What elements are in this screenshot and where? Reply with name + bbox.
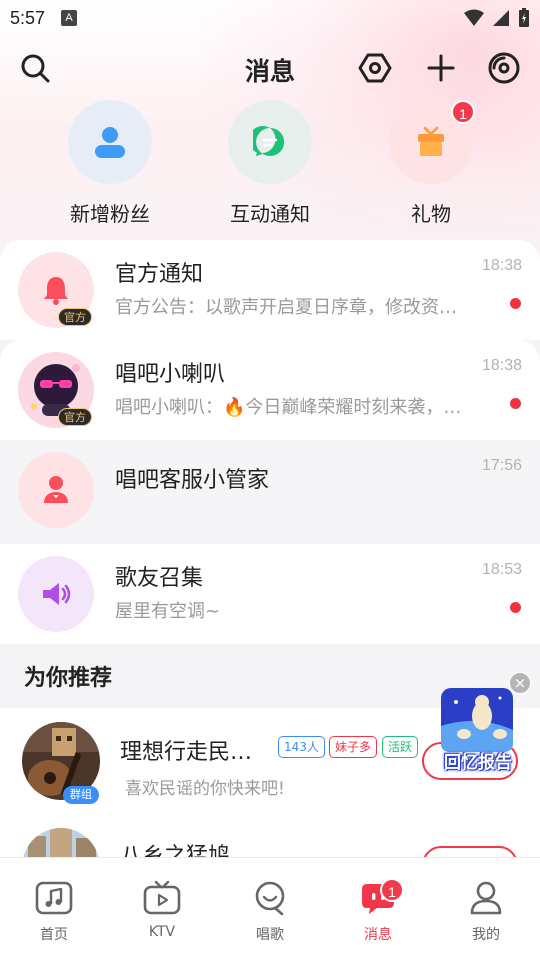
quick-label: 互动通知 [230, 202, 310, 226]
promo-text: 回忆报告 [444, 753, 512, 773]
message-name: 歌友召集 [115, 566, 204, 591]
quick-new-fans[interactable]: 新增粉丝 [40, 100, 180, 227]
bottom-tab-bar: 首页 KTV 唱歌 消息 1 我的 [0, 857, 540, 960]
profile-icon [466, 878, 506, 918]
tab-messages[interactable]: 消息 1 [324, 858, 432, 960]
tab-me[interactable]: 我的 [432, 858, 540, 960]
person-icon [95, 127, 125, 158]
message-list: 官方 官方通知 官方公告：以歌声开启夏日序章，修改资料赢取夏日限定好礼 18:3… [0, 240, 540, 644]
tab-home[interactable]: 首页 [0, 858, 108, 960]
music-note-icon [34, 878, 74, 918]
gift-count-badge: 1 [451, 100, 475, 124]
quick-gifts[interactable]: 1 礼物 [361, 100, 501, 227]
customer-service-icon [44, 476, 68, 503]
message-time: 17:56 [481, 457, 522, 474]
chip-many-girls: 妹子多 [329, 736, 378, 758]
message-preview: 屋里有空调~ [115, 601, 221, 622]
battery-icon [519, 8, 529, 27]
chat-bubble-icon [253, 126, 285, 156]
unread-dot [510, 398, 521, 409]
recommend-title: 为你推荐 [24, 666, 113, 691]
unread-dot [510, 298, 521, 309]
tab-label: 唱歌 [256, 927, 284, 943]
chip-active: 活跃 [382, 736, 419, 758]
megaphone-icon [43, 583, 71, 605]
message-time: 18:53 [481, 561, 522, 578]
message-name: 唱吧小喇叭 [115, 362, 226, 387]
tv-play-icon [142, 878, 182, 918]
group-badge: 群组 [63, 786, 99, 804]
disc-icon[interactable] [486, 50, 522, 86]
tab-sing[interactable]: 唱歌 [216, 858, 324, 960]
tab-label: 消息 [364, 927, 392, 943]
unread-dot [510, 602, 521, 613]
quick-interaction-notice[interactable]: 互动通知 [200, 100, 340, 227]
tab-label: 首页 [40, 927, 68, 943]
message-name: 官方通知 [115, 262, 204, 287]
new-fans-circle [68, 100, 152, 184]
quick-actions: 新增粉丝 互动通知 1 礼物 [0, 100, 540, 230]
gifts-circle: 1 [389, 100, 475, 184]
message-time: 18:38 [481, 357, 522, 374]
notification-a-icon: A [61, 10, 78, 26]
avatar [18, 452, 94, 528]
recommend-desc: 喜欢民谣的你快来吧! [125, 779, 285, 799]
page-title: 消息 [244, 57, 295, 86]
bell-icon [44, 277, 68, 305]
quick-label: 新增粉丝 [70, 202, 150, 226]
promo-close-button[interactable]: × [509, 672, 531, 694]
recommend-name: 理想行走民… [120, 740, 253, 765]
chip-members: 143人 [278, 736, 325, 758]
wifi-icon [464, 9, 484, 26]
plus-icon[interactable] [423, 50, 459, 86]
status-time: 5:57 [10, 7, 46, 28]
gift-icon [418, 126, 444, 156]
interaction-circle [228, 100, 312, 184]
status-bar: 5:57 A [0, 0, 540, 36]
quick-label: 礼物 [411, 202, 451, 226]
message-time: 18:38 [481, 257, 522, 274]
official-tag: 官方 [58, 408, 92, 426]
avatar [18, 556, 94, 632]
tab-ktv[interactable]: KTV [108, 858, 216, 960]
tab-label: 我的 [472, 927, 500, 943]
message-name: 唱吧客服小管家 [115, 468, 270, 493]
hexagon-settings-icon[interactable] [357, 50, 393, 86]
message-preview: 官方公告：以歌声开启夏日序章，修改资料赢取夏日限定好礼 [115, 297, 465, 318]
message-preview: 唱吧小喇叭：🔥今日巅峰荣耀时刻来袭，快来围观 [115, 397, 465, 418]
microphone-icon [250, 878, 290, 918]
message-row[interactable]: 官方 唱吧小喇叭 唱吧小喇叭：🔥今日巅峰荣耀时刻来袭，快来围观 18:38 [0, 340, 540, 440]
memory-report-promo[interactable]: 回忆报告 [438, 686, 518, 782]
cell-signal-icon [493, 10, 509, 26]
tab-label: KTV [148, 924, 176, 940]
message-row[interactable]: 唱吧客服小管家 17:56 [0, 440, 540, 544]
official-tag: 官方 [58, 308, 92, 326]
message-row[interactable]: 官方 官方通知 官方公告：以歌声开启夏日序章，修改资料赢取夏日限定好礼 18:3… [0, 240, 540, 340]
page-header: 消息 [0, 44, 540, 94]
messages-badge: 1 [380, 878, 404, 902]
message-row[interactable]: 歌友召集 屋里有空调~ 18:53 [0, 544, 540, 644]
